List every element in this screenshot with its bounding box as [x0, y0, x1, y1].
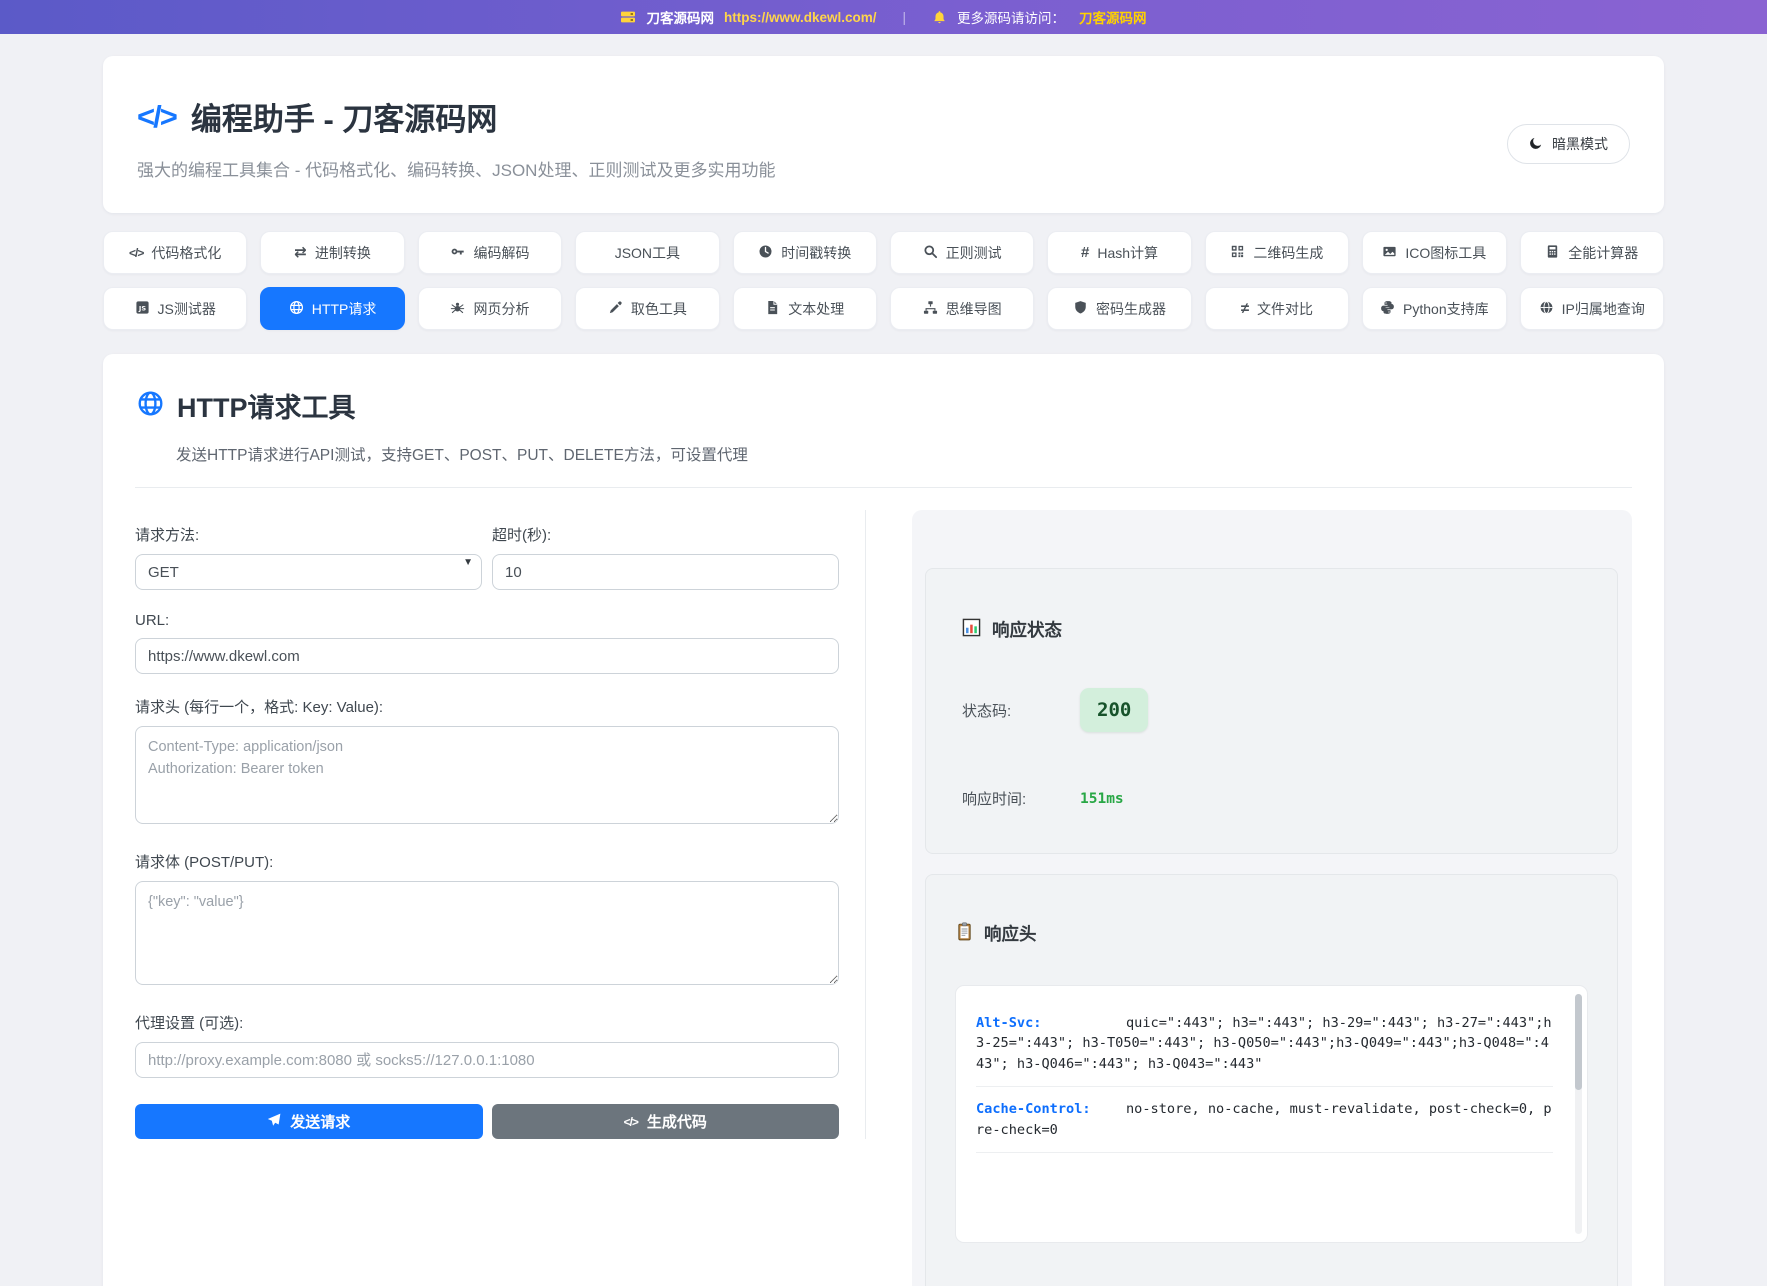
page-title: 编程助手 - 刀客源码网	[191, 94, 498, 139]
scrollbar-thumb[interactable]	[1575, 994, 1582, 1090]
tab-regex-test[interactable]: 正则测试	[890, 231, 1034, 274]
tab-web-analyze[interactable]: 网页分析	[418, 287, 562, 330]
tool-subtitle: 发送HTTP请求进行API测试，支持GET、POST、PUT、DELETE方法，…	[176, 443, 1632, 465]
timeout-input[interactable]	[492, 554, 839, 590]
request-body-textarea[interactable]	[135, 881, 839, 985]
send-request-button[interactable]: 发送请求	[135, 1104, 483, 1139]
tab-calculator[interactable]: 全能计算器	[1520, 231, 1664, 274]
tab-password-generator[interactable]: 密码生成器	[1047, 287, 1191, 330]
hash-icon: #	[1081, 245, 1089, 260]
request-body-label: 请求体 (POST/PUT):	[135, 851, 839, 872]
shield-icon	[1073, 300, 1088, 318]
page-header: </> 编程助手 - 刀客源码网 强大的编程工具集合 - 代码格式化、编码转换、…	[103, 56, 1664, 213]
tab-file-diff[interactable]: ≠ 文件对比	[1205, 287, 1349, 330]
tab-text-process[interactable]: 文本处理	[733, 287, 877, 330]
spider-icon	[450, 300, 465, 318]
calculator-icon	[1545, 244, 1560, 262]
response-headers-code-block[interactable]: Alt-Svc:quic=":443"; h3=":443"; h3-29=":…	[956, 986, 1587, 1242]
proxy-input[interactable]	[135, 1042, 839, 1078]
tab-base-convert[interactable]: ⇄ 进制转换	[260, 231, 404, 274]
paper-plane-icon	[267, 1113, 281, 1131]
header-row: Alt-Svc:quic=":443"; h3=":443"; h3-29=":…	[976, 1001, 1553, 1087]
tab-ico-tool[interactable]: ICO图标工具	[1362, 231, 1506, 274]
url-label: URL:	[135, 612, 839, 629]
generate-code-button[interactable]: </> 生成代码	[492, 1104, 840, 1139]
timeout-label: 超时(秒):	[492, 524, 839, 545]
code-logo-icon: </>	[137, 99, 176, 135]
ip-globe-icon	[1539, 300, 1554, 318]
tab-json-tools[interactable]: JSON工具	[575, 231, 719, 274]
dark-mode-toggle-button[interactable]: 暗黑模式	[1507, 124, 1630, 164]
svg-text:JS: JS	[137, 304, 145, 312]
python-icon	[1380, 300, 1395, 318]
globe-tool-icon	[137, 390, 164, 422]
sitemap-icon	[923, 300, 938, 318]
request-headers-textarea[interactable]	[135, 726, 839, 824]
tab-color-picker[interactable]: 取色工具	[575, 287, 719, 330]
tool-header-divider	[135, 487, 1632, 488]
tab-timestamp-convert[interactable]: 时间戳转换	[733, 231, 877, 274]
header-row: Cache-Control:no-store, no-cache, must-r…	[976, 1087, 1553, 1153]
search-icon	[923, 244, 938, 262]
request-form: 请求方法: GET ▼ 超时(秒): URL:	[135, 510, 866, 1139]
proxy-label: 代理设置 (可选):	[135, 1012, 839, 1033]
code-icon: </>	[624, 1116, 638, 1128]
status-code-label: 状态码:	[962, 700, 1080, 721]
url-input[interactable]	[135, 638, 839, 674]
js-icon: JS	[135, 300, 150, 318]
scrollbar-track[interactable]	[1575, 994, 1582, 1234]
tab-python-lib[interactable]: Python支持库	[1362, 287, 1506, 330]
response-status-card: 响应状态 状态码: 200 响应时间: 151ms	[925, 568, 1618, 854]
tab-qrcode-generate[interactable]: 二维码生成	[1205, 231, 1349, 274]
cards-icon	[620, 9, 636, 25]
exchange-icon: ⇄	[294, 245, 307, 260]
image-icon	[1382, 244, 1397, 262]
status-code-badge: 200	[1080, 688, 1148, 732]
globe-icon	[289, 300, 304, 318]
http-request-tool-card: HTTP请求工具 发送HTTP请求进行API测试，支持GET、POST、PUT、…	[103, 354, 1664, 1286]
code-icon: </>	[129, 247, 143, 259]
tool-title: HTTP请求工具	[177, 386, 356, 425]
key-icon	[450, 244, 465, 262]
qrcode-icon	[1230, 244, 1245, 262]
header-name: Alt-Svc:	[976, 1013, 1126, 1033]
tab-ip-lookup[interactable]: IP归属地查询	[1520, 287, 1664, 330]
top-announcement-bar: 刀客源码网 https://www.dkewl.com/ | 更多源码请访问： …	[0, 0, 1767, 34]
not-equal-icon: ≠	[1241, 301, 1249, 316]
tool-tabs: </> 代码格式化 ⇄ 进制转换 编码解码 JSON工具 时间戳转换 正则测试 …	[103, 231, 1664, 330]
page-subtitle: 强大的编程工具集合 - 代码格式化、编码转换、JSON处理、正则测试及更多实用功…	[137, 156, 1630, 181]
topbar-more-link[interactable]: 刀客源码网	[1079, 7, 1147, 27]
tab-http-request[interactable]: HTTP请求	[260, 287, 404, 330]
response-status-title: 响应状态	[992, 617, 1062, 642]
header-name: Cache-Control:	[976, 1099, 1126, 1119]
tab-hash-calc[interactable]: # Hash计算	[1047, 231, 1191, 274]
file-icon	[765, 300, 780, 318]
response-headers-title: 响应头	[984, 921, 1037, 946]
tab-js-tester[interactable]: JS JS测试器	[103, 287, 247, 330]
clipboard-icon	[956, 922, 973, 946]
tab-code-format[interactable]: </> 代码格式化	[103, 231, 247, 274]
method-select[interactable]: GET	[135, 554, 482, 590]
tab-encode-decode[interactable]: 编码解码	[418, 231, 562, 274]
method-label: 请求方法:	[135, 524, 482, 545]
response-time-label: 响应时间:	[962, 788, 1080, 809]
request-headers-label: 请求头 (每行一个，格式: Key: Value):	[135, 696, 839, 717]
bar-chart-icon	[962, 618, 981, 642]
topbar-divider: |	[903, 10, 907, 25]
dark-mode-label: 暗黑模式	[1552, 134, 1608, 154]
topbar-site-url-link[interactable]: https://www.dkewl.com/	[724, 10, 877, 25]
response-time-value: 151ms	[1080, 791, 1124, 807]
response-headers-card: 响应头 Alt-Svc:quic=":443"; h3=":443"; h3-2…	[925, 874, 1618, 1286]
clock-icon	[758, 244, 773, 262]
eyedropper-icon	[608, 300, 623, 318]
topbar-site-name: 刀客源码网	[646, 7, 714, 27]
topbar-more-text: 更多源码请访问：	[957, 7, 1065, 27]
bell-icon	[932, 10, 947, 25]
response-panel: 响应状态 状态码: 200 响应时间: 151ms	[866, 510, 1632, 1286]
moon-icon	[1529, 136, 1543, 153]
tab-mindmap[interactable]: 思维导图	[890, 287, 1034, 330]
